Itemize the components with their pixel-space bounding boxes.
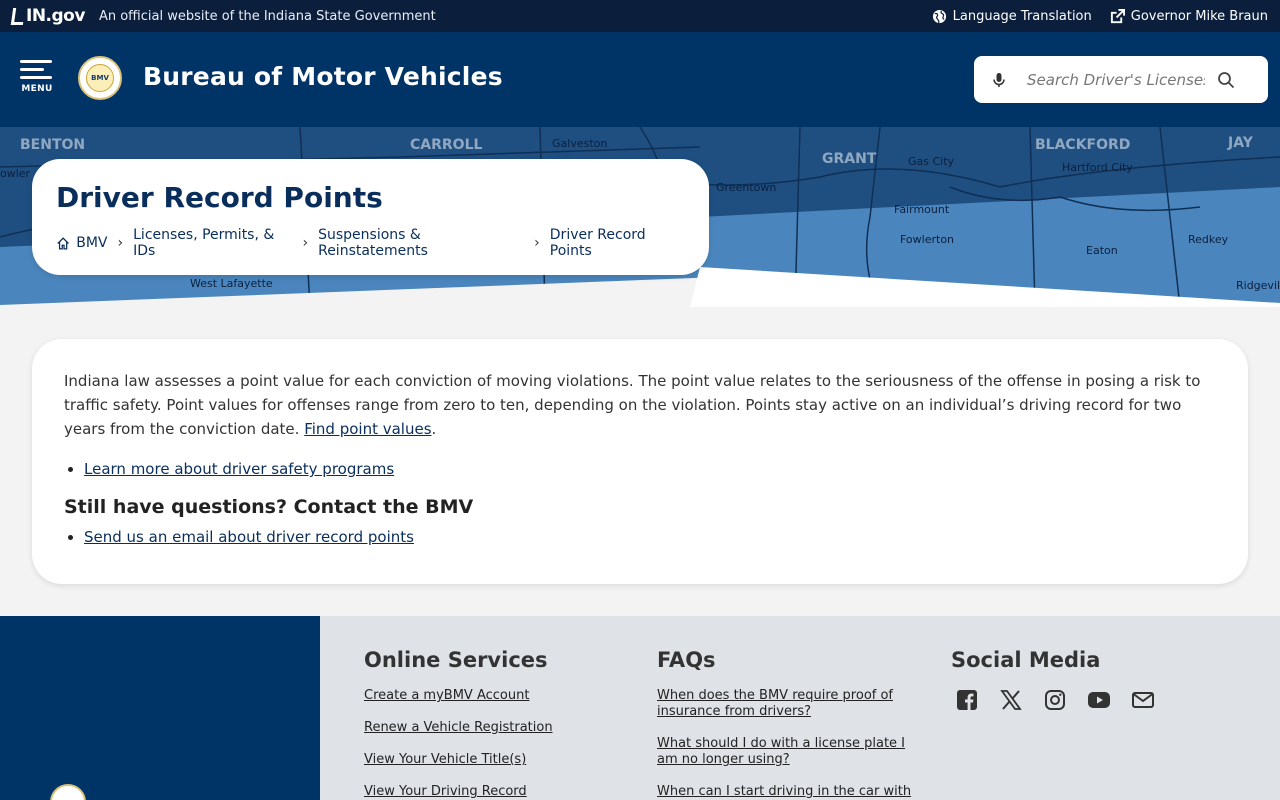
instagram-icon[interactable] [1043, 688, 1067, 712]
ingov-logo-text: IN.gov [26, 6, 85, 26]
search-icon[interactable] [1217, 71, 1235, 89]
resources-list: Learn more about driver safety programs [84, 457, 1216, 481]
governor-label: Governor Mike Braun [1130, 8, 1268, 24]
social-media-heading: Social Media [951, 648, 1101, 672]
site-header: MENU BMV Bureau of Motor Vehicles [0, 32, 1280, 127]
map-label: Hartford City [1062, 161, 1133, 174]
footer-links-panel: Online Services Create a myBMV Account R… [320, 616, 1280, 800]
map-label: JAY [1227, 135, 1254, 151]
bmv-seal-logo[interactable]: BMV [78, 56, 122, 100]
faq-link[interactable]: What should I do with a license plate I … [657, 736, 917, 768]
search-input[interactable] [1027, 70, 1205, 89]
footer-link[interactable]: Renew a Vehicle Registration [364, 720, 624, 736]
map-label: GRANT [822, 151, 877, 167]
globe-icon [932, 9, 946, 23]
online-services-column: Online Services Create a myBMV Account R… [364, 648, 624, 800]
breadcrumb-bmv[interactable]: BMV [76, 235, 107, 251]
faqs-column: FAQs When does the BMV require proof of … [657, 648, 917, 800]
intro-text: Indiana law assesses a point value for e… [64, 372, 1201, 438]
site-title[interactable]: Bureau of Motor Vehicles [143, 62, 503, 91]
map-label: Ridgeville [1236, 279, 1280, 292]
microphone-icon[interactable] [991, 72, 1007, 88]
ingov-logo[interactable]: IN.gov [10, 6, 85, 26]
map-label: BLACKFORD [1035, 137, 1130, 153]
map-label: Eaton [1086, 244, 1118, 257]
ingov-logo-mark-icon [10, 7, 26, 25]
official-website-text: An official website of the Indiana State… [98, 8, 436, 24]
chevron-right-icon: › [302, 235, 309, 251]
online-services-heading: Online Services [364, 648, 548, 672]
menu-bar-icon [20, 60, 52, 63]
contact-list: Send us an email about driver record poi… [84, 525, 1216, 549]
external-link-icon [1110, 8, 1125, 23]
breadcrumb-licenses[interactable]: Licenses, Permits, & IDs [133, 227, 292, 259]
home-icon[interactable] [56, 236, 70, 251]
map-label: owler [0, 167, 31, 180]
menu-bar-icon [20, 76, 52, 79]
language-translation-link[interactable]: Language Translation [932, 9, 1092, 24]
page-header-card: Driver Record Points BMV › Licenses, Per… [32, 159, 709, 275]
breadcrumb-suspensions[interactable]: Suspensions & Reinstatements [318, 227, 524, 259]
map-label: Fairmount [894, 203, 950, 216]
find-point-values-link[interactable]: Find point values [304, 420, 431, 438]
questions-heading: Still have questions? Contact the BMV [64, 496, 474, 518]
facebook-icon[interactable] [955, 688, 979, 712]
social-icons [951, 688, 1211, 712]
map-label: Greentown [716, 181, 776, 194]
main-content-card: Indiana law assesses a point value for e… [32, 339, 1248, 584]
social-media-column: Social Media [951, 648, 1211, 712]
chevron-right-icon: › [117, 235, 124, 251]
youtube-icon[interactable] [1087, 688, 1111, 712]
list-item: Learn more about driver safety programs [84, 457, 1216, 481]
map-label: Galveston [552, 137, 607, 150]
governor-link[interactable]: Governor Mike Braun [1110, 8, 1268, 24]
map-label: West Lafayette [190, 277, 273, 290]
footer-link[interactable]: View Your Driving Record [364, 784, 624, 800]
utility-bar: IN.gov An official website of the Indian… [0, 0, 1280, 32]
map-label: Redkey [1188, 233, 1229, 246]
menu-label: MENU [21, 84, 53, 94]
faq-link[interactable]: When does the BMV require proof of insur… [657, 688, 917, 720]
intro-period: . [431, 420, 437, 438]
map-label: Gas City [908, 155, 955, 168]
faqs-heading: FAQs [657, 648, 716, 672]
email-driver-points-link[interactable]: Send us an email about driver record poi… [84, 528, 414, 546]
footer-link[interactable]: View Your Vehicle Title(s) [364, 752, 624, 768]
language-translation-label: Language Translation [952, 8, 1092, 24]
search-box [974, 56, 1268, 103]
menu-bar-icon [20, 68, 44, 71]
list-item: Send us an email about driver record poi… [84, 525, 1216, 549]
page-title: Driver Record Points [56, 181, 383, 214]
footer-brand-panel [0, 616, 320, 800]
chevron-right-icon: › [534, 235, 540, 251]
intro-paragraph: Indiana law assesses a point value for e… [64, 369, 1216, 441]
bmv-seal-text: BMV [86, 64, 114, 92]
map-label: BENTON [20, 137, 85, 153]
x-icon[interactable] [999, 688, 1023, 712]
driver-safety-programs-link[interactable]: Learn more about driver safety programs [84, 460, 394, 478]
email-icon[interactable] [1131, 688, 1155, 712]
breadcrumb: BMV › Licenses, Permits, & IDs › Suspens… [56, 227, 685, 259]
footer-link[interactable]: Create a myBMV Account [364, 688, 624, 704]
faq-link[interactable]: When can I start driving in the car with [657, 784, 917, 800]
breadcrumb-current: Driver Record Points [549, 227, 646, 259]
menu-button[interactable]: MENU [20, 60, 54, 100]
map-label: Fowlerton [900, 233, 954, 246]
footer-seal-logo [50, 784, 86, 800]
map-label: CARROLL [410, 137, 482, 153]
